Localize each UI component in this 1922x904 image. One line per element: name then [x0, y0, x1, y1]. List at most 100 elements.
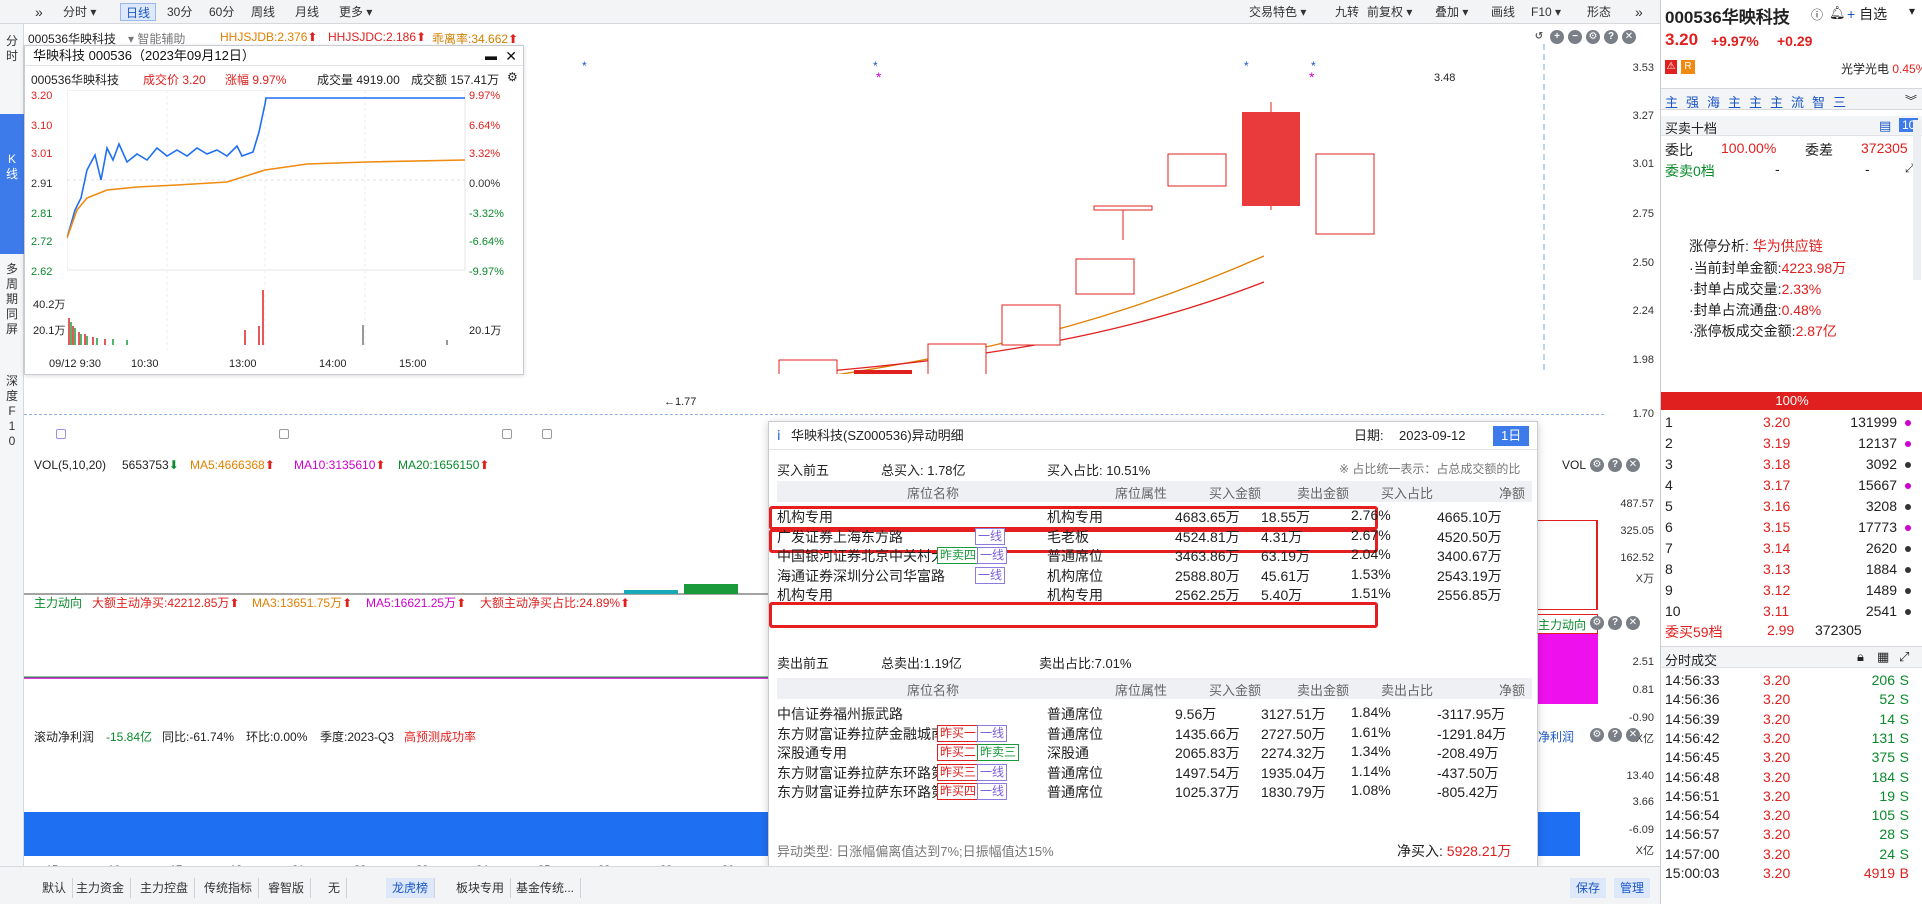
tab-daily[interactable]: 日线	[120, 3, 157, 21]
bid-row[interactable]: 10 3.11 2541	[1665, 601, 1911, 622]
bottom-tab[interactable]: 睿智版	[262, 878, 312, 898]
rail-kline[interactable]: K线	[0, 114, 24, 254]
lhb-range-button[interactable]: 1日	[1493, 426, 1530, 446]
save-button[interactable]: 保存	[1570, 878, 1607, 898]
menu-trade-features[interactable]: 交易特色 ▾	[1244, 3, 1311, 21]
tabs-collapse-icon[interactable]: ︾	[1905, 92, 1917, 109]
bid-dot-icon	[1905, 420, 1911, 426]
expand-icon[interactable]: ⤢	[1899, 649, 1909, 665]
quote-tab[interactable]: 主	[1770, 92, 1783, 111]
rail-fenshi[interactable]: 分时	[0, 34, 24, 74]
settings-icon[interactable]: ⚙	[1586, 30, 1600, 44]
tab-30min[interactable]: 30分	[162, 3, 197, 21]
info-icon[interactable]: ⓘ	[1811, 6, 1823, 23]
zoom-in-icon[interactable]: +	[1550, 30, 1564, 44]
help-icon[interactable]: ?	[1608, 616, 1622, 630]
quote-tab[interactable]: 三	[1833, 92, 1846, 111]
lhb-row[interactable]: 机构专用 机构专用 2562.25万 5.40万 1.51% 2556.85万	[777, 582, 1532, 606]
close-icon[interactable]: ✕	[1626, 458, 1640, 472]
quote-tab[interactable]: 流	[1791, 92, 1804, 111]
bid-row[interactable]: 5 3.16 3208	[1665, 496, 1911, 517]
collapse-right-icon[interactable]: »	[1630, 3, 1648, 21]
settings-icon[interactable]: ⚙	[1590, 458, 1604, 472]
help-icon[interactable]: ?	[1608, 728, 1622, 742]
help-icon[interactable]: ?	[1608, 458, 1622, 472]
tab-weekly[interactable]: 周线	[246, 3, 280, 21]
event-icon[interactable]	[56, 429, 66, 439]
lhb-tag: 昨买三	[937, 763, 980, 781]
lock-icon[interactable]: 🔒︎	[1857, 649, 1864, 665]
bid-row[interactable]: 3 3.18 3092	[1665, 454, 1911, 475]
popup-pct-tick: -9.97%	[469, 266, 504, 278]
bottom-tab[interactable]: 龙虎榜	[386, 878, 436, 898]
bid-row[interactable]: 2 3.19 12137	[1665, 433, 1911, 454]
help-icon[interactable]: ?	[1604, 30, 1618, 44]
menu-adjust[interactable]: 前复权 ▾	[1362, 3, 1417, 21]
quote-tab[interactable]: 海	[1707, 92, 1720, 111]
event-marker: *	[873, 59, 878, 73]
bottom-tab[interactable]: 板块专用	[450, 878, 512, 898]
minimize-icon[interactable]: ▬	[485, 46, 497, 66]
popup-price-tick: 3.20	[31, 90, 53, 102]
flow-chart	[24, 676, 804, 679]
menu-overlay[interactable]: 叠加 ▾	[1430, 3, 1473, 21]
quote-tab[interactable]: 智	[1812, 92, 1825, 111]
tab-more[interactable]: 更多 ▾	[334, 3, 377, 21]
settings-icon[interactable]: ⚙	[1590, 616, 1604, 630]
list-icon[interactable]: ▤	[1879, 118, 1891, 134]
bid-row[interactable]: 8 3.13 1884	[1665, 559, 1911, 580]
profit-tag[interactable]: 高预测成功率	[404, 728, 476, 745]
event-icon[interactable]	[279, 429, 289, 439]
tab-60min[interactable]: 60分	[204, 3, 239, 21]
quote-tab[interactable]: 强	[1686, 92, 1699, 111]
bottom-tab[interactable]: 基金传统...	[510, 878, 582, 898]
quote-tab[interactable]: 主	[1665, 92, 1678, 111]
lhb-row[interactable]: 东方财富证券拉萨东环路第一 普通席位 1025.37万 1830.79万 1.08% -8…	[777, 779, 1532, 803]
scrollbar[interactable]	[1913, 120, 1921, 280]
zoom-out-icon[interactable]: −	[1568, 30, 1582, 44]
settings-icon[interactable]: ⚙	[1590, 728, 1604, 742]
bottom-tab[interactable]: 主力控盘	[134, 878, 196, 898]
add-watch-button[interactable]: + 自选	[1847, 4, 1887, 24]
bid-row[interactable]: 1 3.20 131999	[1665, 412, 1911, 433]
menu-f10[interactable]: F10 ▾	[1526, 3, 1566, 21]
event-icon[interactable]	[502, 429, 512, 439]
rail-f10[interactable]: 深度F10	[0, 374, 24, 469]
bottom-tab[interactable]: 无	[322, 878, 348, 898]
dropdown-icon[interactable]: ▾	[1909, 4, 1915, 18]
bid-row[interactable]: 7 3.14 2620	[1665, 538, 1911, 559]
bid-row[interactable]: 6 3.15 17773	[1665, 517, 1911, 538]
popup-volume: 成交量 4919.00	[317, 73, 400, 87]
menu-jiuzhuan[interactable]: 九转	[1330, 3, 1364, 21]
flow-item-3: MA5:16621.25万⬆	[366, 596, 467, 610]
menu-pattern[interactable]: 形态	[1582, 3, 1616, 21]
tick-row: 14:57:00 3.20 24 S	[1665, 845, 1909, 862]
manage-button[interactable]: 管理	[1614, 878, 1651, 898]
grid-icon[interactable]: ▦	[1877, 649, 1889, 665]
bottom-tab[interactable]: 主力资金	[70, 878, 132, 898]
bid-row[interactable]: 9 3.12 1489	[1665, 580, 1911, 601]
concept[interactable]: 光学光电 0.45%	[1841, 60, 1922, 77]
bottom-tab[interactable]: 传统指标	[198, 878, 260, 898]
close-icon[interactable]: ✕	[1626, 616, 1640, 630]
menu-draw[interactable]: 画线	[1486, 3, 1520, 21]
popup-settings-icon[interactable]: ⚙	[507, 70, 518, 84]
lhb-dialog[interactable]: ⅰ 华映科技(SZ000536)异动明细 日期: 2023-09-12 1日 买…	[768, 421, 1538, 867]
tab-fenshi[interactable]: 分时 ▾	[58, 3, 101, 21]
tab-monthly[interactable]: 月线	[290, 3, 324, 21]
bottom-tab[interactable]: 默认	[36, 878, 74, 898]
quote-tab[interactable]: 主	[1728, 92, 1741, 111]
bid-row[interactable]: 4 3.17 15667	[1665, 475, 1911, 496]
event-icon[interactable]	[542, 429, 552, 439]
close-icon[interactable]: ✕	[1626, 728, 1640, 742]
close-icon[interactable]: ✕	[505, 46, 517, 66]
expand-icon[interactable]: »	[30, 3, 48, 21]
close-icon[interactable]: ✕	[1622, 30, 1636, 44]
popup-right-axis: 9.97% 6.64% 3.32% 0.00% -3.32% -6.64% -9.97%	[469, 90, 519, 320]
bell-icon[interactable]: 🔔︎	[1829, 5, 1846, 21]
quote-tab[interactable]: 主	[1749, 92, 1762, 111]
rail-multi-period[interactable]: 多周期同屏	[0, 262, 24, 352]
lhb-tag: 昨买二	[937, 744, 980, 762]
intraday-popup[interactable]: 华映科技 000536（2023年09月12日） ▬ ✕ 000536华映科技 …	[24, 45, 524, 375]
refresh-icon[interactable]: ↺	[1532, 30, 1546, 44]
